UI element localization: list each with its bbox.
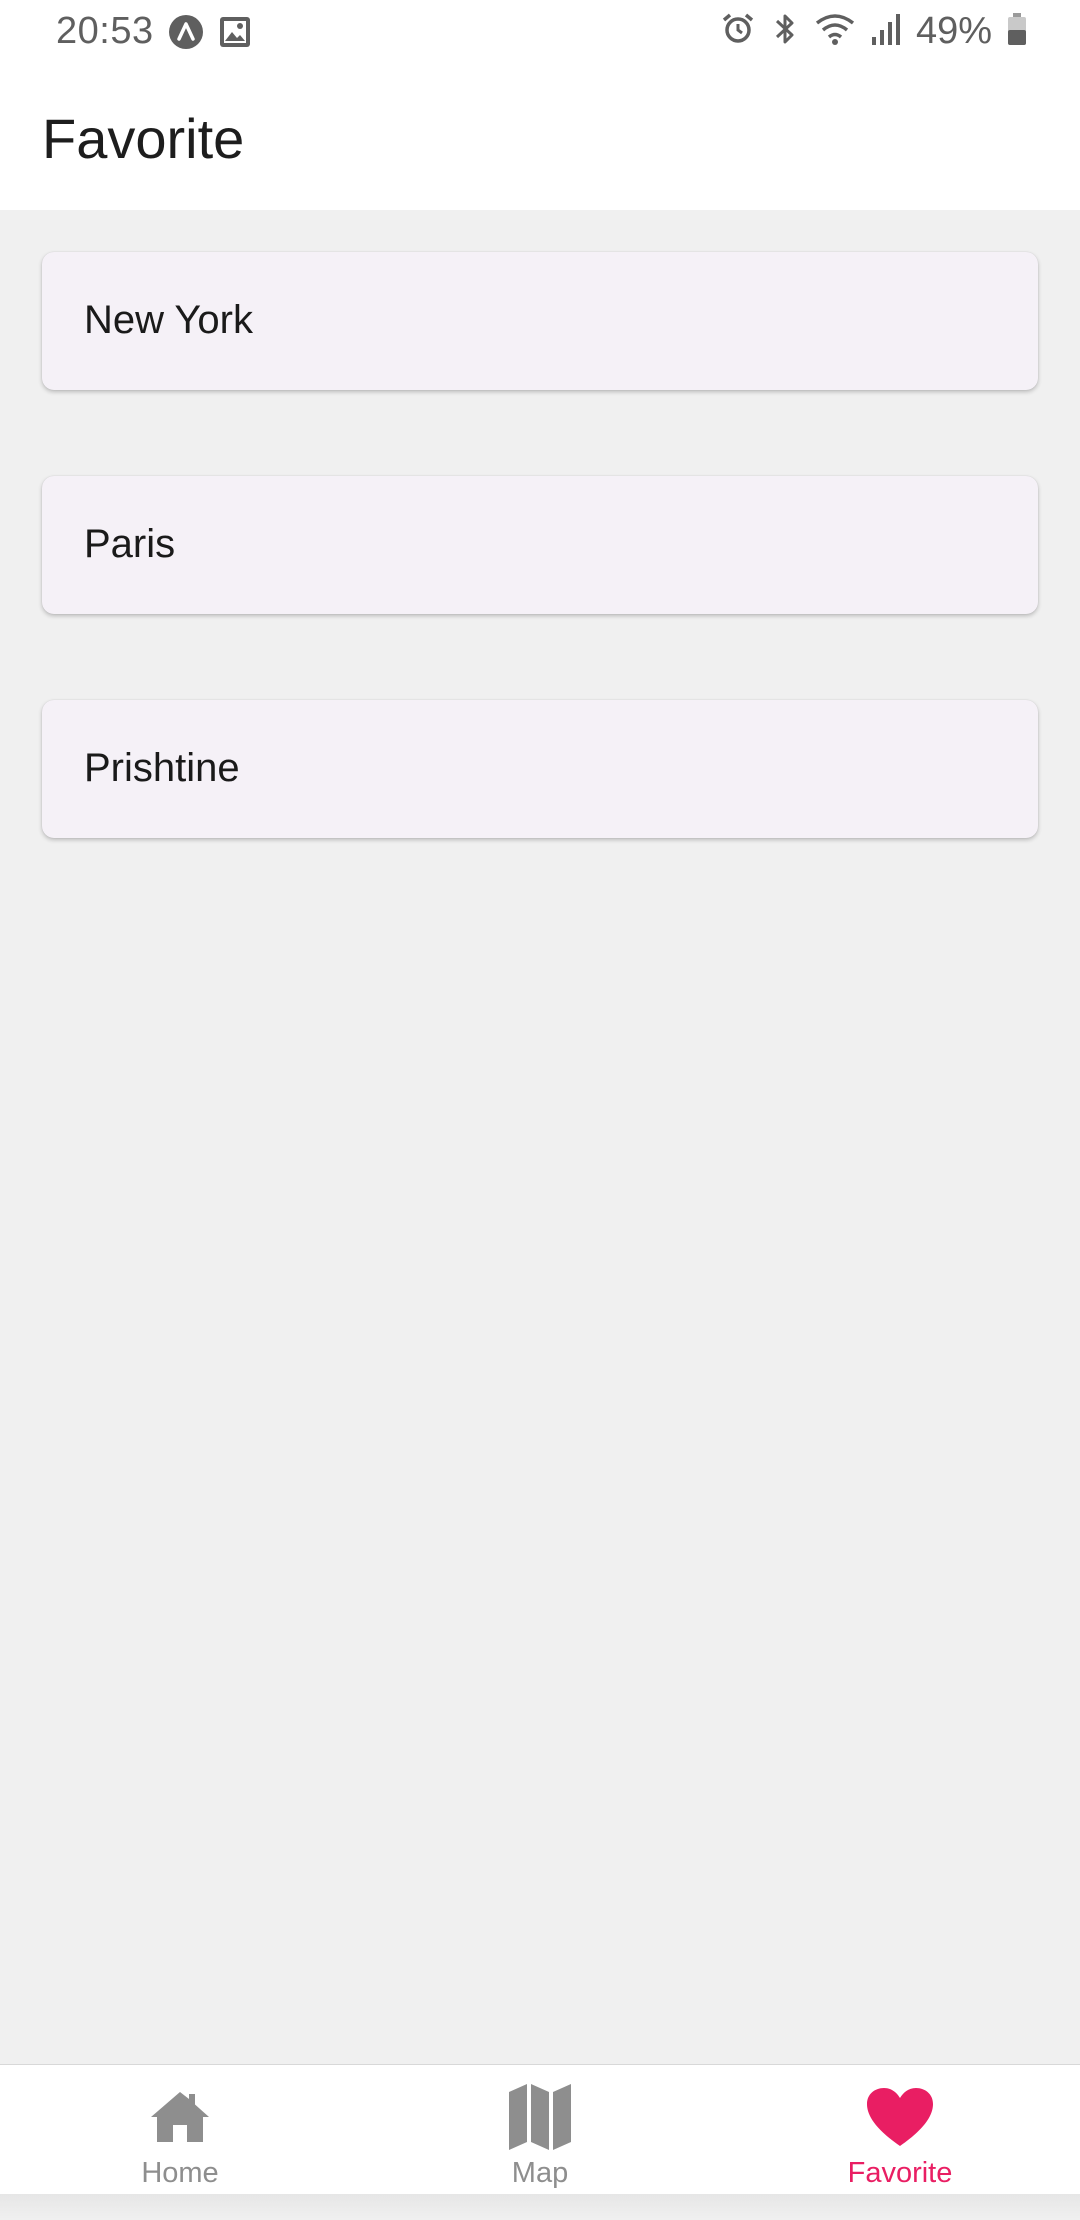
status-time: 20:53 — [56, 10, 154, 52]
wifi-icon — [814, 11, 856, 52]
status-right: 49% — [720, 10, 1028, 53]
image-icon — [218, 15, 252, 54]
nav-item-map[interactable]: Map — [360, 2065, 720, 2195]
app-notification-icon — [168, 14, 204, 55]
alarm-icon — [720, 11, 756, 52]
nav-label-favorite: Favorite — [847, 2157, 953, 2189]
battery-icon — [1006, 11, 1028, 52]
bluetooth-icon — [770, 11, 800, 52]
nav-item-favorite[interactable]: Favorite — [720, 2065, 1080, 2195]
favorites-list: New York Paris Prishtine — [42, 252, 1038, 924]
nav-item-home[interactable]: Home — [0, 2065, 360, 2195]
status-left-icons — [168, 14, 252, 55]
favorite-card-prishtine[interactable]: Prishtine — [42, 700, 1038, 838]
home-icon — [144, 2081, 216, 2153]
map-icon — [504, 2081, 576, 2153]
nav-label-home: Home — [141, 2157, 219, 2189]
favorite-card-label: Paris — [84, 522, 176, 566]
heart-icon — [864, 2081, 936, 2153]
favorite-card-paris[interactable]: Paris — [42, 476, 1038, 614]
page-title: Favorite — [42, 107, 245, 170]
battery-percent: 49% — [915, 10, 992, 52]
favorite-card-label: Prishtine — [84, 746, 240, 790]
bottom-edge — [0, 2194, 1080, 2220]
favorite-card-label: New York — [84, 298, 253, 342]
bottom-navigation: Home Map Favorite — [0, 2064, 1080, 2195]
status-bar: 20:53 49% — [0, 0, 1080, 68]
nav-label-map: Map — [511, 2157, 569, 2189]
signal-icon — [870, 11, 902, 52]
favorite-card-new-york[interactable]: New York — [42, 252, 1038, 390]
app-header: Favorite — [0, 68, 1080, 210]
